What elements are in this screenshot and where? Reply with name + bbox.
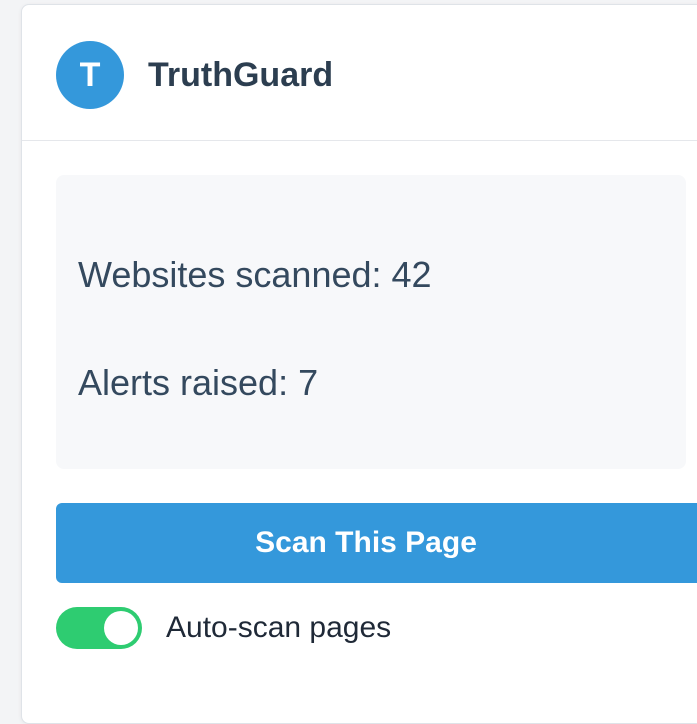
logo-icon: T (56, 41, 124, 109)
app-title: TruthGuard (148, 56, 334, 94)
alerts-raised-stat: Alerts raised: 7 (78, 362, 319, 403)
auto-scan-toggle[interactable] (56, 607, 142, 649)
auto-scan-label: Auto-scan pages (166, 611, 392, 644)
toggle-knob (104, 611, 138, 645)
extension-popup: T TruthGuard Websites scanned: 42 Alerts… (21, 4, 697, 724)
websites-scanned-stat: Websites scanned: 42 (78, 254, 432, 295)
popup-header: T TruthGuard (22, 5, 697, 141)
auto-scan-setting: Auto-scan pages (56, 607, 391, 649)
scan-page-button[interactable]: Scan This Page (56, 503, 697, 583)
stats-card: Websites scanned: 42 Alerts raised: 7 (56, 175, 686, 469)
